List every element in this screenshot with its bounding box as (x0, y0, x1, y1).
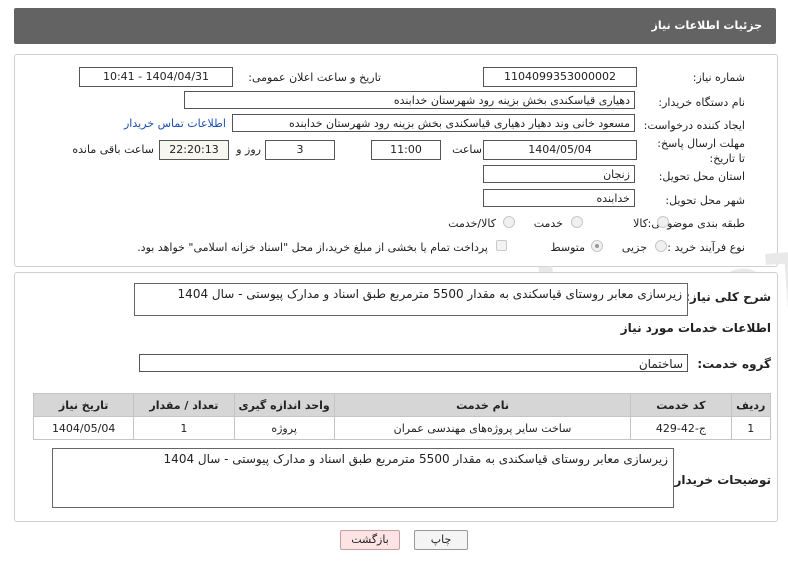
need-number-label: شماره نیاز: (692, 71, 745, 84)
remaining-label: ساعت باقی مانده (72, 143, 154, 156)
category-option-goods-service: کالا/خدمت (448, 217, 496, 230)
remaining-time-field: 22:20:13 (159, 140, 229, 160)
days-label: روز و (236, 143, 261, 156)
payment-note: پرداخت تمام یا بخشی از مبلغ خرید،از محل … (137, 241, 488, 254)
province-field: زنجان (483, 165, 635, 183)
category-radio-goods-service[interactable] (503, 216, 515, 228)
deadline-date-field: 1404/05/04 (483, 140, 637, 160)
category-option-service: خدمت (533, 217, 563, 230)
col-service-code: کد خدمت (630, 393, 732, 417)
service-group-field: ساختمان (139, 354, 688, 372)
services-table: ردیف کد خدمت نام خدمت واحد اندازه گیری ت… (32, 393, 772, 440)
buyer-notes-textarea[interactable]: زیرسازی معابر روستای قیاسکندی به مقدار 5… (52, 448, 674, 508)
summary-label: شرح کلی نیاز: (685, 290, 771, 304)
buyer-org-field: دهیاری قیاسکندی بخش بزینه رود شهرستان خد… (184, 91, 635, 109)
city-label: شهر محل تحویل: (665, 194, 745, 207)
deadline-time-field: 11:00 (371, 140, 441, 160)
province-label: استان محل تحویل: (658, 170, 745, 183)
col-service-name: نام خدمت (333, 393, 632, 417)
buyer-org-label: نام دستگاه خریدار: (658, 96, 745, 109)
cell-service-name: ساخت سایر پروژه‌های مهندسی عمران (333, 416, 632, 440)
need-number-field: 1104099353000002 (483, 67, 637, 87)
page-title: جزئیات اطلاعات نیاز (651, 19, 763, 32)
city-field: خدابنده (483, 189, 635, 207)
services-title: اطلاعات خدمات مورد نیاز (620, 321, 771, 335)
page-header: جزئیات اطلاعات نیاز (14, 8, 776, 44)
announce-label: تاریخ و ساعت اعلان عمومی: (248, 71, 381, 84)
category-option-goods: کالا (633, 217, 648, 230)
days-field: 3 (265, 140, 335, 160)
cell-quantity: 1 (133, 416, 235, 440)
table-row: 1 ج-42-429 ساخت سایر پروژه‌های مهندسی عم… (32, 416, 772, 440)
col-need-date: تاریخ نیاز (32, 393, 135, 417)
cell-row-number: 1 (730, 416, 772, 440)
announce-field: 1404/04/31 - 10:41 (79, 67, 233, 87)
col-row-number: ردیف (730, 393, 772, 417)
category-radio-goods[interactable] (657, 216, 669, 228)
creator-field: مسعود خانی وند دهیار دهیاری قیاسکندی بخش… (232, 114, 635, 132)
cell-service-code: ج-42-429 (630, 416, 732, 440)
print-button[interactable]: چاپ (414, 530, 468, 550)
col-quantity: تعداد / مقدار (133, 393, 235, 417)
cell-unit: پروژه (233, 416, 335, 440)
time-label: ساعت (452, 143, 482, 156)
service-group-label: گروه خدمت: (697, 357, 771, 371)
table-header-row: ردیف کد خدمت نام خدمت واحد اندازه گیری ت… (32, 393, 772, 417)
col-unit: واحد اندازه گیری (233, 393, 335, 417)
buyer-notes-label: توضیحات خریدار: (669, 473, 771, 487)
back-button[interactable]: بازگشت (340, 530, 400, 550)
creator-label: ایجاد کننده درخواست: (643, 119, 745, 132)
payment-checkbox[interactable] (496, 240, 507, 251)
deadline-label: مهلت ارسال پاسخ: تا تاریخ: (657, 137, 745, 165)
contact-buyer-link[interactable]: اطلاعات تماس خریدار (124, 117, 226, 130)
category-radio-service[interactable] (571, 216, 583, 228)
summary-textarea[interactable]: زیرسازی معابر روستای قیاسکندی به مقدار 5… (134, 283, 688, 316)
cell-need-date: 1404/05/04 (32, 416, 135, 440)
